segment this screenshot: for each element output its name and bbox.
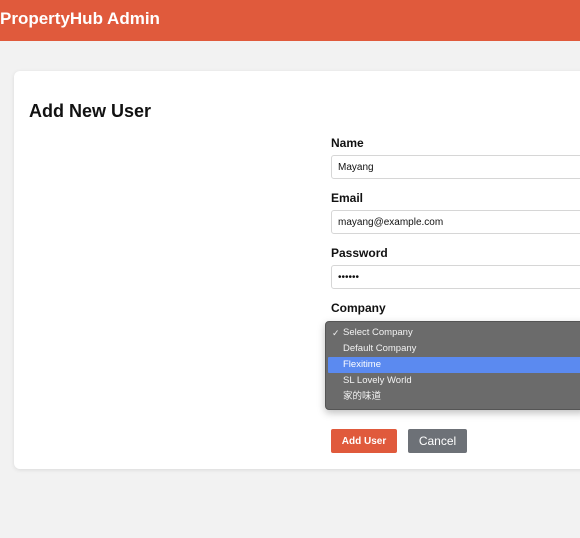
company-option-label: 家的味道 [343,391,382,402]
top-header-bar: PropertyHub Admin [0,0,580,41]
add-user-button[interactable]: Add User [331,429,397,453]
company-option-sl-lovely-world[interactable]: SL Lovely World [326,373,580,389]
cancel-button[interactable]: Cancel [408,429,467,453]
company-option-default-company[interactable]: Default Company [326,341,580,357]
name-label: Name [331,136,364,150]
company-option-label: Default Company [343,343,417,354]
company-option-label: Select Company [343,327,413,338]
app-title: PropertyHub Admin [0,9,160,28]
password-label: Password [331,246,388,260]
company-option-select-company[interactable]: ✓ Select Company [326,325,580,341]
company-option-label: Flexitime [343,359,382,370]
company-option-label: SL Lovely World [343,375,412,386]
email-input[interactable] [331,210,580,234]
company-dropdown-menu[interactable]: ✓ Select Company Default Company Flexiti… [325,321,580,410]
name-input[interactable] [331,155,580,179]
company-label: Company [331,301,386,315]
checkmark-icon: ✓ [332,328,340,338]
page-title: Add New User [29,101,152,121]
company-option-flexitime[interactable]: Flexitime [328,357,580,373]
password-input[interactable] [331,265,580,289]
company-option-jia-de-wei-dao[interactable]: 家的味道 [326,389,580,405]
add-user-card: Add New User Name Email Password Company… [14,71,580,469]
email-label: Email [331,191,364,205]
